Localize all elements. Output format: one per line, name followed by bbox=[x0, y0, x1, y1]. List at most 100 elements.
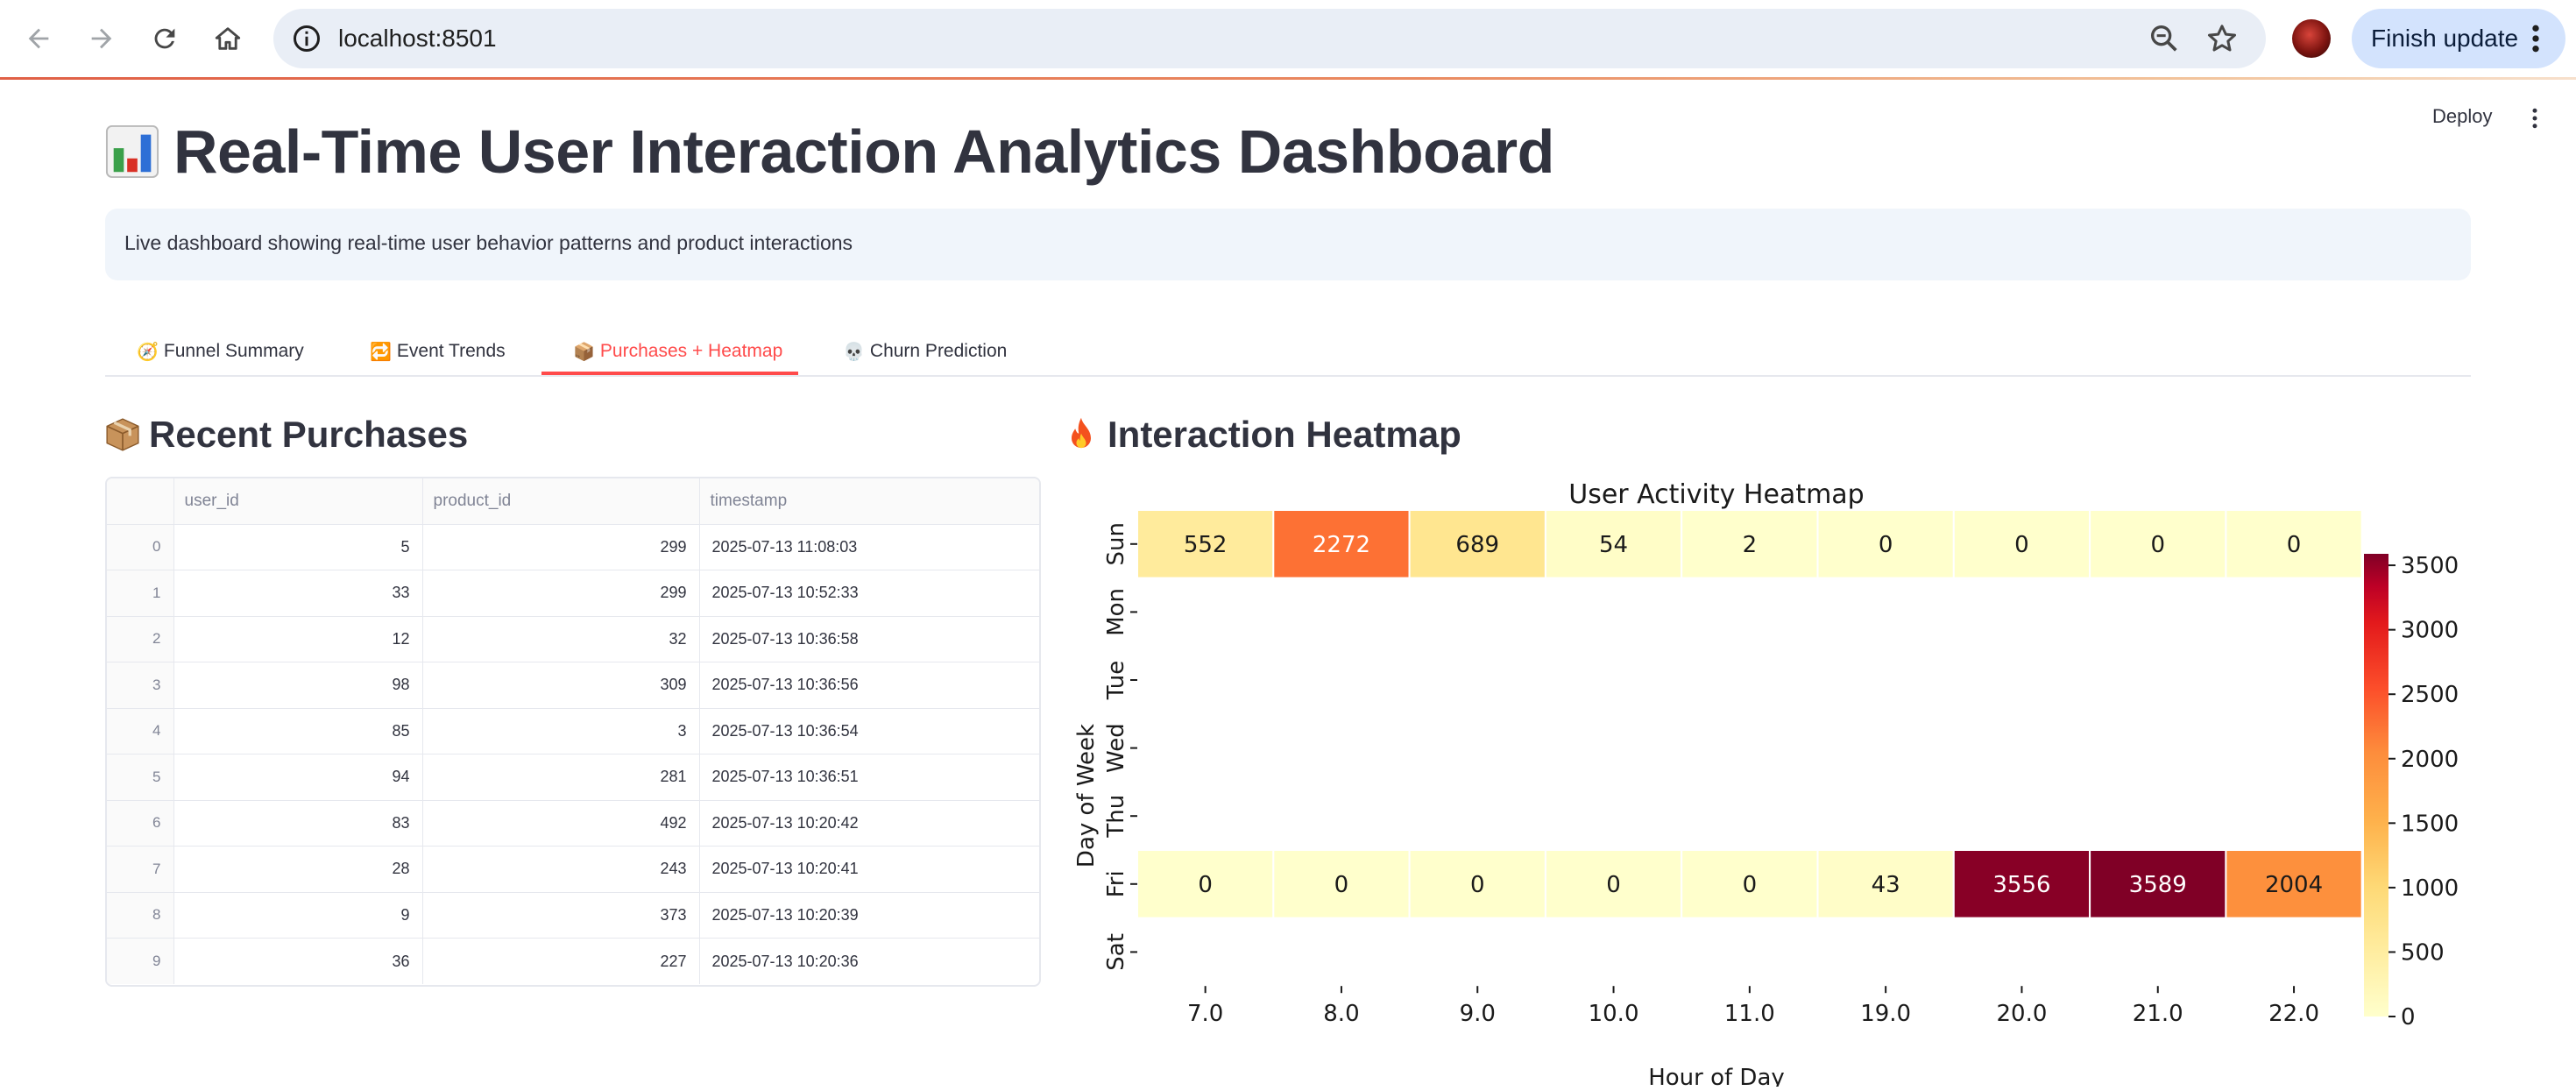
row-index-cell[interactable]: 4 bbox=[107, 708, 174, 754]
heatmap-cell-label: 0 bbox=[1879, 532, 1893, 558]
column-header-user-id[interactable]: user_id bbox=[173, 478, 423, 525]
purchases-dataframe[interactable]: user_id product_id timestamp 0 5 299 2025-0… bbox=[105, 477, 1041, 987]
heatmap-cell-label: 0 bbox=[1470, 872, 1485, 898]
user-id-cell[interactable]: 9 bbox=[173, 892, 423, 939]
product-id-cell[interactable]: 492 bbox=[422, 800, 700, 847]
compass-icon: 🧭 bbox=[137, 342, 159, 362]
active-tab-indicator bbox=[541, 372, 798, 375]
table-row[interactable]: 7 28 243 2025-07-13 10:20:41 bbox=[107, 846, 1039, 893]
product-id-cell[interactable]: 3 bbox=[422, 708, 700, 754]
column-header-timestamp[interactable]: timestamp bbox=[699, 478, 1039, 525]
heatmap-cell-label: 2272 bbox=[1313, 532, 1370, 558]
user-id-cell[interactable]: 28 bbox=[173, 846, 423, 893]
row-index-cell[interactable]: 3 bbox=[107, 662, 174, 709]
user-id-cell[interactable]: 36 bbox=[173, 938, 423, 984]
timestamp-cell[interactable]: 2025-07-13 10:36:58 bbox=[699, 616, 1039, 662]
user-id-cell[interactable]: 33 bbox=[173, 570, 423, 617]
x-tick-label: 10.0 bbox=[1589, 1001, 1639, 1027]
row-index-cell[interactable]: 6 bbox=[107, 800, 174, 847]
heatmap-cell-label: 0 bbox=[1334, 872, 1349, 898]
y-tick-label: Sat bbox=[1103, 933, 1129, 971]
row-index-cell[interactable]: 5 bbox=[107, 754, 174, 801]
product-id-cell[interactable]: 309 bbox=[422, 662, 700, 709]
product-id-cell[interactable]: 227 bbox=[422, 938, 700, 984]
y-tick-label: Thu bbox=[1103, 795, 1129, 839]
heatmap-cell-label: 0 bbox=[2014, 532, 2029, 558]
table-row[interactable]: 5 94 281 2025-07-13 10:36:51 bbox=[107, 754, 1039, 801]
profile-avatar[interactable] bbox=[2292, 19, 2331, 58]
more-vert-icon bbox=[2532, 25, 2539, 53]
y-tick-label: Mon bbox=[1103, 588, 1129, 636]
zoom-icon[interactable] bbox=[2147, 21, 2182, 56]
heatmap-cell-label: 2 bbox=[1743, 532, 1758, 558]
bookmark-star-icon[interactable] bbox=[2204, 21, 2240, 56]
product-id-cell[interactable]: 243 bbox=[422, 846, 700, 893]
timestamp-cell[interactable]: 2025-07-13 10:36:54 bbox=[699, 708, 1039, 754]
back-button[interactable] bbox=[16, 16, 61, 61]
recent-purchases-heading: Recent Purchases bbox=[103, 408, 468, 461]
colorbar-tick-label: 1500 bbox=[2401, 811, 2459, 837]
table-row[interactable]: 1 33 299 2025-07-13 10:52:33 bbox=[107, 570, 1039, 617]
product-id-cell[interactable]: 373 bbox=[422, 892, 700, 939]
table-row[interactable]: 0 5 299 2025-07-13 11:08:03 bbox=[107, 524, 1039, 570]
reload-button[interactable] bbox=[142, 16, 188, 61]
user-id-cell[interactable]: 85 bbox=[173, 708, 423, 754]
user-id-cell[interactable]: 83 bbox=[173, 800, 423, 847]
x-tick-label: 19.0 bbox=[1860, 1001, 1911, 1027]
table-row[interactable]: 2 12 32 2025-07-13 10:36:58 bbox=[107, 616, 1039, 662]
row-index-cell[interactable]: 0 bbox=[107, 524, 174, 570]
product-id-cell[interactable]: 32 bbox=[422, 616, 700, 662]
table-row[interactable]: 6 83 492 2025-07-13 10:20:42 bbox=[107, 800, 1039, 847]
user-id-cell[interactable]: 98 bbox=[173, 662, 423, 709]
timestamp-cell[interactable]: 2025-07-13 10:20:42 bbox=[699, 800, 1039, 847]
table-row[interactable]: 3 98 309 2025-07-13 10:36:56 bbox=[107, 662, 1039, 709]
info-icon[interactable] bbox=[291, 23, 322, 54]
tab-churn-prediction[interactable]: 💀 Churn Prediction bbox=[843, 326, 1007, 377]
timestamp-cell[interactable]: 2025-07-13 10:20:36 bbox=[699, 939, 1039, 985]
heatmap-cell-label: 689 bbox=[1455, 532, 1499, 558]
row-index-cell[interactable]: 1 bbox=[107, 570, 174, 617]
timestamp-cell[interactable]: 2025-07-13 10:36:51 bbox=[699, 754, 1039, 801]
timestamp-cell[interactable]: 2025-07-13 10:52:33 bbox=[699, 570, 1039, 617]
url-text[interactable]: localhost:8501 bbox=[338, 23, 497, 54]
product-id-cell[interactable]: 299 bbox=[422, 524, 700, 570]
tab-purchases-heatmap[interactable]: 📦 Purchases + Heatmap bbox=[573, 326, 782, 377]
heatmap-cell-label: 0 bbox=[1606, 872, 1621, 898]
table-row[interactable]: 4 85 3 2025-07-13 10:36:54 bbox=[107, 708, 1039, 754]
column-header-product-id[interactable]: product_id bbox=[422, 478, 700, 525]
activity-heatmap-chart: User Activity Heatmap Hour of Day Day of… bbox=[1060, 470, 2567, 1091]
column-header-index[interactable] bbox=[107, 478, 174, 525]
timestamp-cell[interactable]: 2025-07-13 11:08:03 bbox=[699, 524, 1039, 570]
chart-title: User Activity Heatmap bbox=[1568, 479, 1864, 510]
row-index-cell[interactable]: 2 bbox=[107, 616, 174, 662]
x-tick-label: 20.0 bbox=[1997, 1001, 2048, 1027]
main-menu-icon[interactable] bbox=[2522, 103, 2548, 133]
user-id-cell[interactable]: 5 bbox=[173, 524, 423, 570]
repeat-icon: 🔁 bbox=[370, 342, 392, 362]
row-index-cell[interactable]: 7 bbox=[107, 846, 174, 893]
home-button[interactable] bbox=[205, 16, 251, 61]
interaction-heatmap-heading: Interaction Heatmap bbox=[1062, 408, 1461, 461]
row-index-cell[interactable]: 9 bbox=[107, 938, 174, 984]
deploy-button[interactable]: Deploy bbox=[2432, 105, 2492, 128]
recent-purchases-heading-text: Recent Purchases bbox=[149, 414, 469, 455]
timestamp-cell[interactable]: 2025-07-13 10:36:56 bbox=[699, 662, 1039, 709]
product-id-cell[interactable]: 299 bbox=[422, 570, 700, 617]
tab-event-trends[interactable]: 🔁 Event Trends bbox=[370, 326, 506, 377]
timestamp-cell[interactable]: 2025-07-13 10:20:39 bbox=[699, 892, 1039, 939]
colorbar-tick-label: 2500 bbox=[2401, 682, 2459, 708]
table-row[interactable]: 9 36 227 2025-07-13 10:20:36 bbox=[107, 938, 1039, 985]
product-id-cell[interactable]: 281 bbox=[422, 754, 700, 801]
tab-funnel-summary[interactable]: 🧭 Funnel Summary bbox=[137, 326, 304, 377]
finish-update-button[interactable]: Finish update bbox=[2352, 9, 2565, 68]
address-bar[interactable]: localhost:8501 bbox=[273, 9, 2266, 68]
forward-button[interactable] bbox=[79, 16, 124, 61]
user-id-cell[interactable]: 12 bbox=[173, 616, 423, 662]
table-row[interactable]: 8 9 373 2025-07-13 10:20:39 bbox=[107, 892, 1039, 939]
purchases-table: user_id product_id timestamp 0 5 299 2025-0… bbox=[107, 478, 1039, 984]
y-tick-label: Wed bbox=[1103, 723, 1129, 773]
row-index-cell[interactable]: 8 bbox=[107, 892, 174, 939]
colorbar-tick-label: 1000 bbox=[2401, 875, 2459, 902]
timestamp-cell[interactable]: 2025-07-13 10:20:41 bbox=[699, 846, 1039, 893]
user-id-cell[interactable]: 94 bbox=[173, 754, 423, 801]
